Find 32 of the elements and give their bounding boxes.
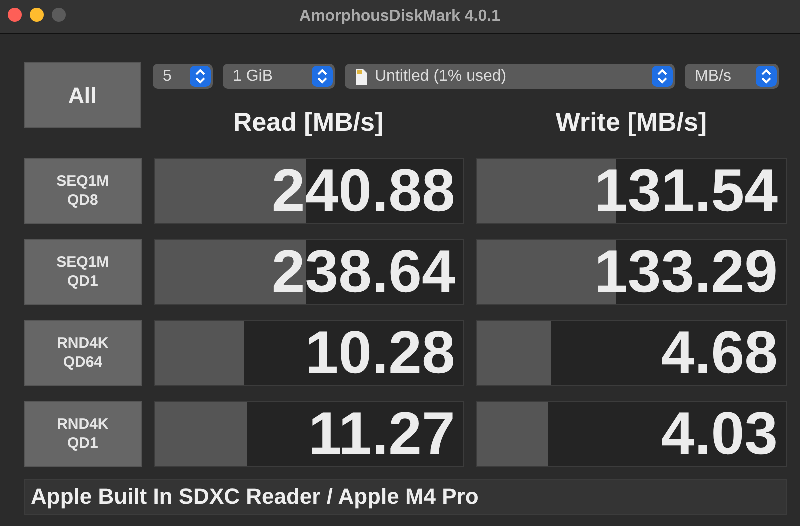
select-value: MB/s <box>695 66 732 86</box>
test-button[interactable]: SEQ1M QD8 <box>24 158 142 224</box>
unit-select[interactable]: MB/s <box>685 64 779 89</box>
read-result-value: 240.88 <box>272 161 456 221</box>
stepper-icon <box>756 66 777 87</box>
disk-select[interactable]: Untitled (1% used) <box>345 64 675 89</box>
read-result-value: 10.28 <box>305 323 456 383</box>
window-title: AmorphousDiskMark 4.0.1 <box>298 7 502 27</box>
select-value: 1 GiB <box>233 66 274 86</box>
read-header: Read [MB/s] <box>232 106 385 139</box>
write-result-value: 131.54 <box>594 161 778 221</box>
test-button[interactable]: RND4K QD64 <box>24 320 142 386</box>
minimize-button[interactable] <box>30 8 44 22</box>
select-value: 5 <box>163 66 172 86</box>
write-result-value: 133.29 <box>594 242 778 302</box>
stepper-icon <box>190 66 211 87</box>
status-bar: Apple Built In SDXC Reader / Apple M4 Pro <box>24 479 787 515</box>
sd-card-icon <box>355 68 367 84</box>
read-result-value: 238.64 <box>272 242 456 302</box>
write-result-value: 4.03 <box>661 404 778 464</box>
count-select[interactable]: 5 <box>153 64 213 89</box>
test-button[interactable]: SEQ1M QD1 <box>24 239 142 305</box>
stepper-icon <box>652 66 673 87</box>
disk-name: Untitled (1% used) <box>375 66 507 86</box>
read-result-value: 11.27 <box>308 404 456 464</box>
stepper-icon <box>312 66 333 87</box>
close-button[interactable] <box>8 8 22 22</box>
all-button[interactable]: All <box>24 62 141 128</box>
write-header: Write [MB/s] <box>554 106 708 139</box>
test-button[interactable]: RND4K QD1 <box>24 401 142 467</box>
write-result-value: 4.68 <box>661 323 778 383</box>
size-select[interactable]: 1 GiB <box>223 64 335 89</box>
